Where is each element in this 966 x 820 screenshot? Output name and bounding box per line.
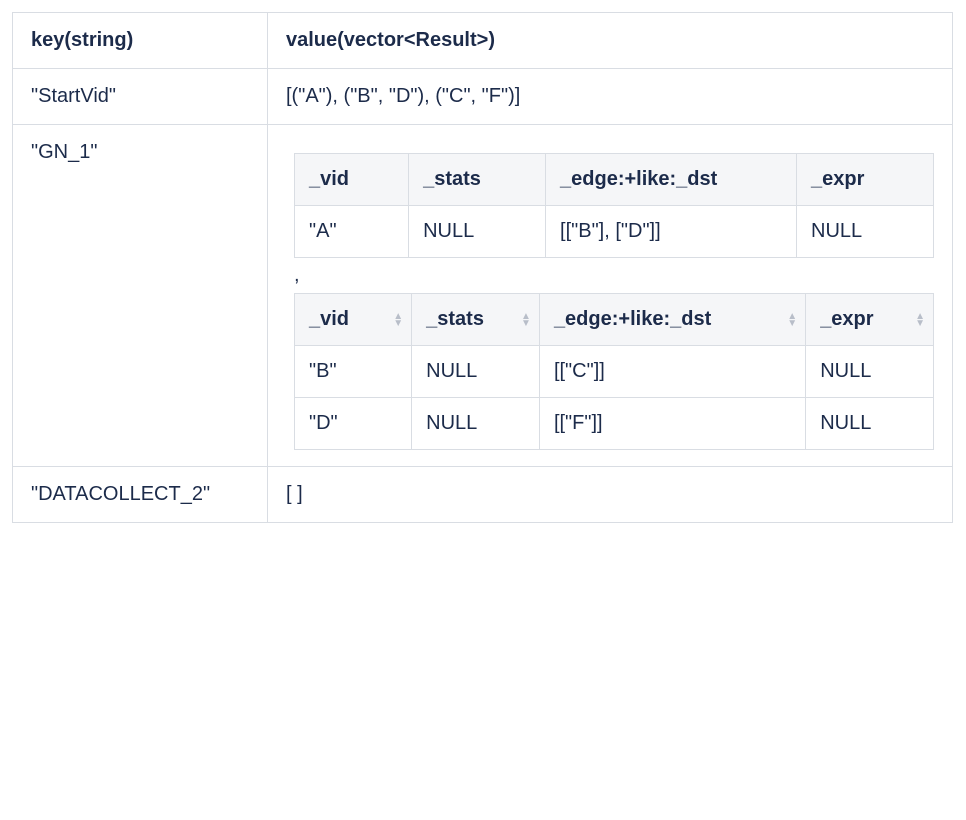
inner2-header-stats-label: _stats <box>426 308 484 330</box>
cell-value-startvid: [("A"), ("B", "D"), ("C", "F")] <box>268 69 953 125</box>
inner2-cell-expr: NULL <box>806 398 934 450</box>
table-row: "DATACOLLECT_2" [ ] <box>13 467 953 523</box>
inner2-header-expr-label: _expr <box>820 308 873 330</box>
inner2-cell-stats: NULL <box>412 398 540 450</box>
table-row: "GN_1" _vid _stats _edge:+like:_dst _ex <box>13 125 953 467</box>
inner1-header-stats: _stats <box>409 154 546 206</box>
sort-icon[interactable]: ▲▼ <box>787 313 797 327</box>
inner2-cell-edge: [["C"]] <box>539 346 805 398</box>
inner2-cell-vid: "B" <box>295 346 412 398</box>
table-row: "B" NULL [["C"]] NULL <box>295 346 934 398</box>
inner-table-2: _vid ▲▼ _stats ▲▼ _edge:+like:_dst ▲▼ <box>294 293 934 450</box>
cell-key-startvid: "StartVid" <box>13 69 268 125</box>
inner2-cell-stats: NULL <box>412 346 540 398</box>
cell-value-datacollect: [ ] <box>268 467 953 523</box>
inner1-cell-stats: NULL <box>409 206 546 258</box>
inner2-header-row: _vid ▲▼ _stats ▲▼ _edge:+like:_dst ▲▼ <box>295 294 934 346</box>
outer-header-row: key(string) value(vector<Result>) <box>13 13 953 69</box>
inner2-header-expr[interactable]: _expr ▲▼ <box>806 294 934 346</box>
inner2-header-edge-label: _edge:+like:_dst <box>554 308 711 330</box>
inner1-header-vid: _vid <box>295 154 409 206</box>
sort-icon[interactable]: ▲▼ <box>915 313 925 327</box>
inner2-header-edge[interactable]: _edge:+like:_dst ▲▼ <box>539 294 805 346</box>
inner2-header-vid[interactable]: _vid ▲▼ <box>295 294 412 346</box>
gn1-separator: , <box>294 264 926 287</box>
inner1-header-row: _vid _stats _edge:+like:_dst _expr <box>295 154 934 206</box>
outer-table: key(string) value(vector<Result>) "Start… <box>12 12 953 523</box>
cell-key-datacollect: "DATACOLLECT_2" <box>13 467 268 523</box>
inner1-header-expr: _expr <box>797 154 934 206</box>
inner2-cell-vid: "D" <box>295 398 412 450</box>
sort-icon[interactable]: ▲▼ <box>521 313 531 327</box>
table-row: "StartVid" [("A"), ("B", "D"), ("C", "F"… <box>13 69 953 125</box>
inner1-cell-expr: NULL <box>797 206 934 258</box>
inner2-cell-edge: [["F"]] <box>539 398 805 450</box>
table-row: "A" NULL [["B"], ["D"]] NULL <box>295 206 934 258</box>
inner2-cell-expr: NULL <box>806 346 934 398</box>
outer-header-key: key(string) <box>13 13 268 69</box>
outer-header-value: value(vector<Result>) <box>268 13 953 69</box>
inner2-header-vid-label: _vid <box>309 308 349 330</box>
sort-icon[interactable]: ▲▼ <box>393 313 403 327</box>
inner-table-1: _vid _stats _edge:+like:_dst _expr "A" N… <box>294 153 934 258</box>
table-row: "D" NULL [["F"]] NULL <box>295 398 934 450</box>
cell-value-gn1: _vid _stats _edge:+like:_dst _expr "A" N… <box>268 125 953 467</box>
inner1-cell-edge: [["B"], ["D"]] <box>546 206 797 258</box>
inner1-header-edge: _edge:+like:_dst <box>546 154 797 206</box>
inner2-header-stats[interactable]: _stats ▲▼ <box>412 294 540 346</box>
cell-key-gn1: "GN_1" <box>13 125 268 467</box>
gn1-nested-container: _vid _stats _edge:+like:_dst _expr "A" N… <box>286 141 934 450</box>
inner1-cell-vid: "A" <box>295 206 409 258</box>
